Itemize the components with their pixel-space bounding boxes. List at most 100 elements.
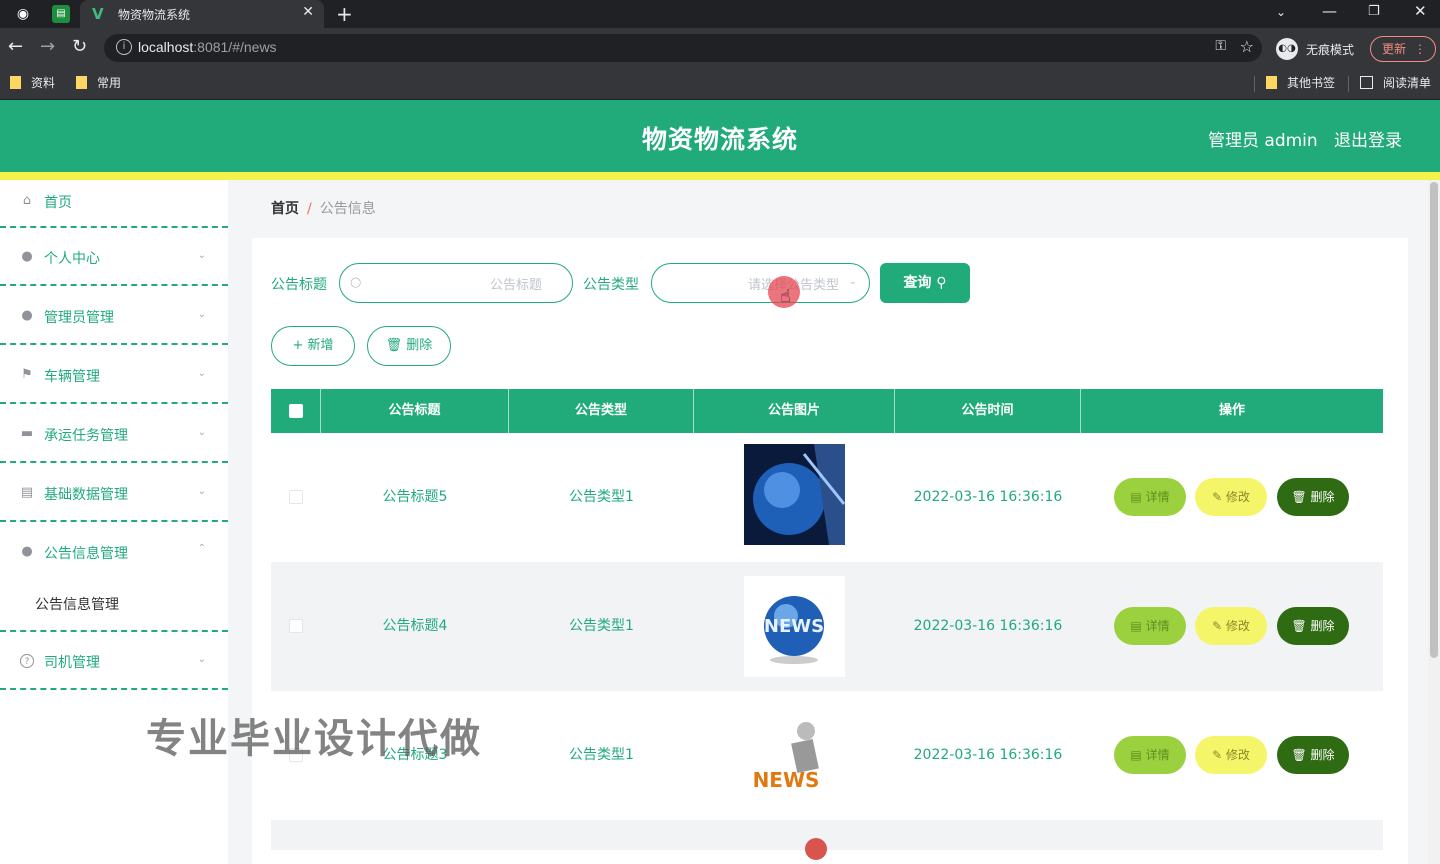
folder-icon	[1266, 76, 1277, 89]
folder-icon	[10, 76, 21, 89]
logout-link[interactable]: 退出登录	[1334, 126, 1402, 151]
incognito-icon: ◐◑	[1276, 38, 1298, 60]
delete-button[interactable]: 🗑 删除	[1277, 478, 1349, 516]
col-time: 公告时间	[895, 389, 1081, 433]
chevron-down-icon: ⌄	[197, 250, 206, 261]
breadcrumb-home[interactable]: 首页	[271, 201, 299, 217]
col-title: 公告标题	[321, 389, 509, 433]
close-window-icon[interactable]: ✕	[1414, 2, 1427, 20]
watermark-text: 专业毕业设计代做	[146, 716, 482, 762]
sidebar-item-driver[interactable]: ? 司机管理 ⌄	[0, 632, 228, 690]
admin-icon: ●	[21, 308, 33, 323]
bulb-icon: ●	[21, 544, 33, 559]
title-placeholder: 公告标题	[489, 278, 542, 293]
current-user: 管理员 admin	[1208, 131, 1318, 151]
tab-group-icon[interactable]: ▤	[52, 5, 70, 23]
row-time: 2022-03-16 16:36:16	[913, 489, 1063, 505]
url-bar[interactable]: i localhost:8081/#/news ⚿ ☆	[104, 34, 1262, 62]
detail-button[interactable]: ▤ 详情	[1114, 478, 1186, 516]
bookmark-star-icon[interactable]: ☆	[1240, 37, 1254, 56]
delete-button[interactable]: 🗑 删除	[1277, 736, 1349, 774]
row-type: 公告类型1	[569, 747, 634, 763]
col-image: 公告图片	[694, 389, 895, 433]
vue-favicon-icon: V	[92, 5, 104, 23]
breadcrumb: 首页 / 公告信息	[271, 198, 376, 218]
sidebar-item-vehicle[interactable]: ⚑ 车辆管理 ⌄	[0, 346, 228, 404]
user-icon: ●	[21, 249, 33, 264]
update-button[interactable]: 更新 ⋮	[1370, 36, 1436, 62]
bookmarks-divider	[1254, 76, 1255, 92]
browser-menu-icon[interactable]: ◉	[14, 5, 32, 23]
title-search-input[interactable]: ○ 公告标题	[339, 263, 573, 303]
bookmark-folder-ziliao[interactable]: 资料	[10, 74, 55, 91]
bookmark-folder-changyong[interactable]: 常用	[76, 74, 121, 91]
row-time: 2022-03-16 16:36:16	[913, 747, 1063, 763]
select-all-cell	[271, 389, 321, 433]
row-type: 公告类型1	[569, 489, 634, 505]
thumbnail-partial	[805, 838, 827, 860]
row-time: 2022-03-16 16:36:16	[913, 618, 1063, 634]
chevron-down-icon: ⌄	[197, 368, 206, 379]
edit-button[interactable]: ✎ 修改	[1195, 478, 1267, 516]
news-globe-thumbnail[interactable]	[744, 444, 845, 545]
bookmark-other[interactable]: 其他书签	[1266, 74, 1335, 91]
sidebar-item-personal[interactable]: ● 个人中心 ⌄	[0, 228, 228, 286]
search-icon: ○	[350, 275, 362, 290]
select-all-checkbox[interactable]	[289, 404, 303, 418]
hand-cursor-icon: ☝	[780, 286, 791, 307]
chevron-down-icon: ⌄	[848, 276, 857, 287]
box-icon: ▤	[20, 485, 34, 500]
chevron-up-icon: ⌃	[197, 543, 206, 554]
sidebar-item-home[interactable]: ⌂ 首页	[0, 180, 228, 228]
chat-icon: ▬	[20, 426, 34, 441]
help-icon: ?	[20, 654, 34, 668]
sidebar-item-basic-data[interactable]: ▤ 基础数据管理 ⌄	[0, 464, 228, 522]
news-sphere-thumbnail[interactable]: NEWS	[744, 576, 845, 677]
title-filter-label: 公告标题	[271, 277, 327, 293]
news-figure-thumbnail[interactable]: NEWS	[744, 705, 845, 806]
home-icon: ⌂	[22, 193, 32, 208]
forward-icon[interactable]: →	[40, 36, 55, 57]
add-button[interactable]: + 新增	[271, 326, 355, 366]
site-info-icon[interactable]: i	[116, 39, 132, 55]
sidebar-item-admin[interactable]: ● 管理员管理 ⌄	[0, 287, 228, 345]
svg-text:NEWS: NEWS	[753, 768, 820, 792]
bookmarks-divider	[1348, 76, 1349, 92]
detail-button[interactable]: ▤ 详情	[1114, 607, 1186, 645]
restore-icon[interactable]: ❐	[1368, 4, 1380, 19]
edit-button[interactable]: ✎ 修改	[1195, 736, 1267, 774]
col-actions: 操作	[1218, 403, 1245, 418]
chevron-down-icon: ⌄	[197, 654, 206, 665]
back-icon[interactable]: ←	[8, 36, 23, 57]
minimize-icon[interactable]: —	[1322, 2, 1337, 20]
tab-close-icon[interactable]: ✕	[302, 4, 314, 20]
delete-button[interactable]: 🗑 删除	[1277, 607, 1349, 645]
breadcrumb-separator: /	[307, 201, 312, 217]
address-toolbar: ← → ↻ i localhost:8081/#/news ⚿ ☆ ◐◑ 无痕模…	[0, 28, 1440, 68]
content-panel: 公告标题 ○ 公告标题 公告类型 请选择公告类型 ⌄ 查询 ⚲ + 新增 🗑 删…	[252, 238, 1408, 864]
type-select[interactable]: 请选择公告类型 ⌄	[651, 263, 870, 303]
sidebar-subitem-notice-manage[interactable]: 公告信息管理	[0, 572, 228, 632]
scrollbar-thumb[interactable]	[1430, 182, 1438, 658]
reading-list[interactable]: 阅读清单	[1360, 74, 1431, 91]
update-label: 更新	[1382, 42, 1407, 56]
col-type: 公告类型	[509, 389, 694, 433]
batch-delete-button[interactable]: 🗑 删除	[367, 326, 451, 366]
tab-title: 物资物流系统	[118, 8, 191, 22]
browser-tab-active[interactable]: V 物资物流系统 ✕	[80, 0, 324, 28]
chevron-down-icon: ⌄	[197, 486, 206, 497]
sidebar-item-shipping[interactable]: ▬ 承运任务管理 ⌄	[0, 405, 228, 463]
header-accent-bar	[0, 172, 1440, 180]
detail-button[interactable]: ▤ 详情	[1114, 736, 1186, 774]
password-key-icon[interactable]: ⚿	[1215, 38, 1226, 54]
row-checkbox[interactable]	[289, 619, 303, 633]
page-scrollbar[interactable]	[1428, 180, 1440, 864]
row-checkbox[interactable]	[289, 490, 303, 504]
edit-button[interactable]: ✎ 修改	[1195, 607, 1267, 645]
new-tab-icon[interactable]: +	[336, 2, 353, 26]
query-button[interactable]: 查询 ⚲	[880, 263, 970, 303]
tab-search-icon[interactable]: ⌄	[1276, 5, 1286, 19]
more-menu-icon[interactable]: ⋮	[1414, 37, 1426, 61]
reload-icon[interactable]: ↻	[72, 36, 87, 57]
reading-list-icon	[1360, 76, 1373, 89]
